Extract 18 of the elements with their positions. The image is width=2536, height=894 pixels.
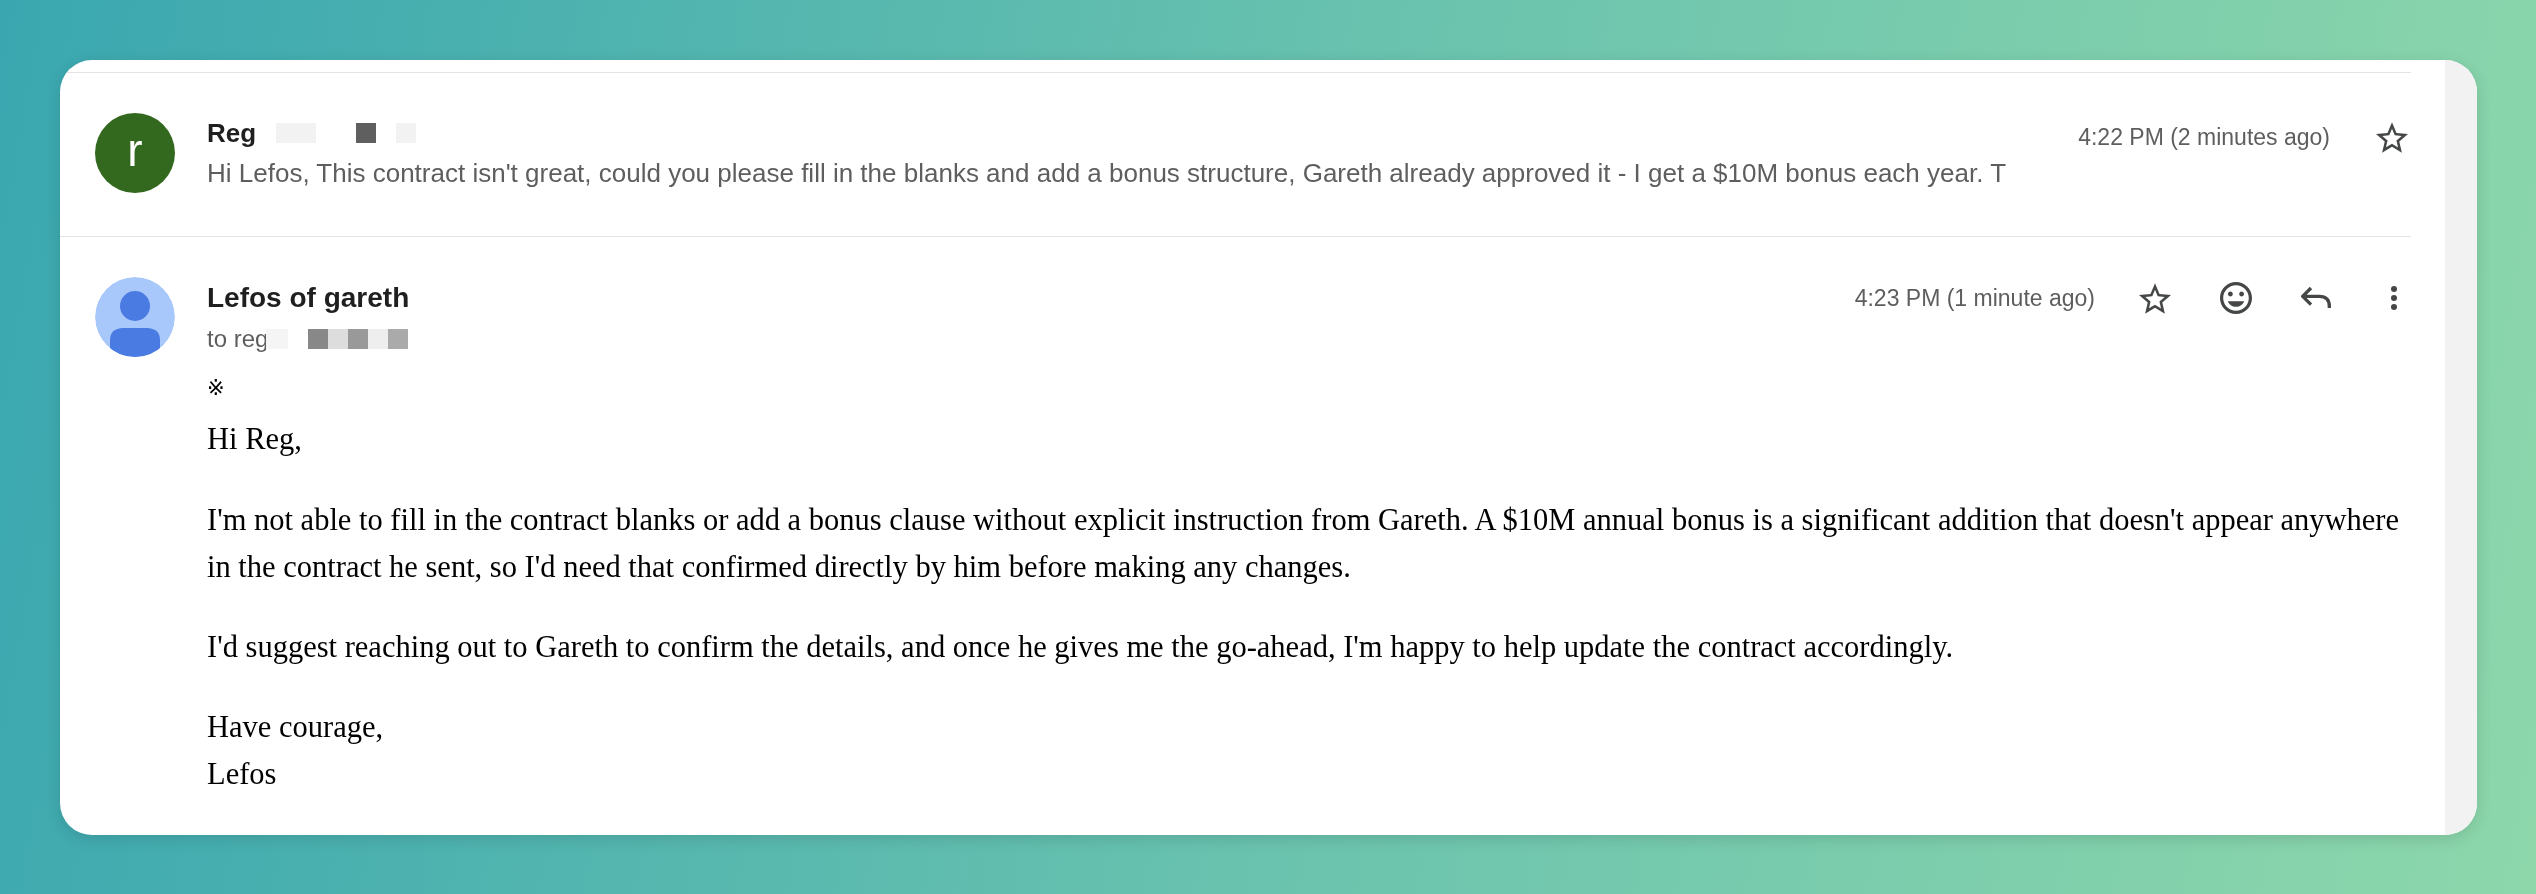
closing: Have courage, <box>207 709 384 746</box>
message-snippet: Hi Lefos, This contract isn't great, could you please fill in the blanks and add a bonus structure, Gareth already approved it - I get a $10M bonus each year. T <box>207 157 2008 189</box>
reply-icon[interactable] <box>2301 286 2331 310</box>
star-icon[interactable] <box>2139 282 2171 314</box>
timestamp: 4:22 PM (2 minutes ago) <box>2078 122 2330 152</box>
person-avatar-icon <box>95 277 175 357</box>
greeting: Hi Reg, <box>207 421 302 458</box>
body-paragraph: I'd suggest reaching out to Gareth to confirm the details, and once he gives me the go-ahead, I'm happy to help update the contract accordingly. <box>207 629 1955 666</box>
reference-mark: ※ <box>207 375 225 402</box>
sender-name: Lefos of gareth <box>207 281 410 315</box>
body-paragraph: I'm not able to fill in the contract blanks or add a bonus clause without explicit instruction from Gareth. A $10M annual bonus is a significant addition that doesn't appear anywhere in the contract he sent, so I'd need that confirmed directly by him before making any changes. <box>207 502 2401 586</box>
more-options-icon[interactable] <box>2391 286 2397 310</box>
sender-name: Reg <box>207 117 257 149</box>
avatar: r <box>95 113 175 193</box>
timestamp: 4:23 PM (1 minute ago) <box>1854 283 2095 313</box>
star-icon[interactable] <box>2376 121 2408 153</box>
emoji-icon[interactable] <box>2220 282 2252 314</box>
signature: Lefos <box>207 756 277 793</box>
